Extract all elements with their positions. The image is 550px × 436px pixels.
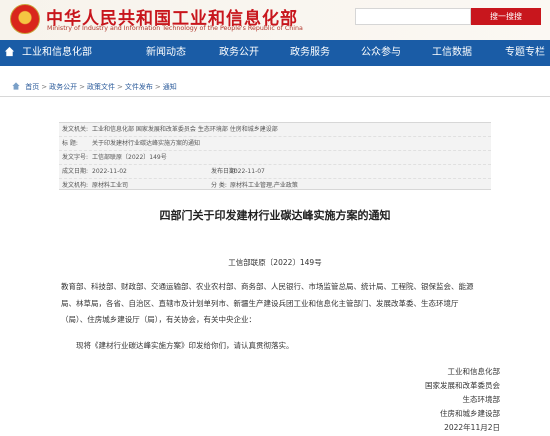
info-value: 关于印发建材行业碳达峰实施方案的通知 <box>92 140 201 147</box>
info-label: 发文字号: <box>62 154 89 161</box>
article-body-paragraph: 现将《建材行业碳达峰实施方案》印发给你们，请认真贯彻落实。 <box>76 341 294 350</box>
divider <box>0 96 550 97</box>
breadcrumb-separator: > <box>41 83 48 91</box>
info-row-dates: 成文日期: 2022-11-02 发布日期: 2022-11-07 <box>59 164 491 178</box>
article-doc-number: 工信部联原〔2022〕149号 <box>228 258 322 267</box>
signature-line: 生态环境部 <box>462 395 501 404</box>
site-subtitle: Ministry of Industry and Information Tec… <box>47 25 303 32</box>
breadcrumb: 首页 > 政务公开 > 政策文件 > 文件发布 > 通知 <box>12 82 177 92</box>
breadcrumb-separator: > <box>79 83 85 91</box>
info-row-issuer: 发文机关: 工业和信息化部 国家发展和改革委员会 生态环境部 住房和城乡建设部 <box>59 123 491 137</box>
info-value: 工信部联原〔2022〕149号 <box>92 154 167 161</box>
nav-item-data[interactable]: 工信数据 <box>432 40 472 66</box>
article-title: 四部门关于印发建材行业碳达峰实施方案的通知 <box>159 209 391 222</box>
breadcrumb-separator: > <box>116 83 123 91</box>
home-icon[interactable] <box>4 46 15 57</box>
info-label: 分 类: <box>211 182 227 189</box>
nav-item-topics[interactable]: 专题专栏 <box>505 40 545 66</box>
breadcrumb-separator: > <box>154 83 161 91</box>
breadcrumb-home[interactable]: 首页 <box>25 83 39 91</box>
info-value: 2022-11-02 <box>92 168 127 175</box>
national-emblem-logo[interactable] <box>10 4 40 34</box>
info-row-doc-number: 发文字号: 工信部联原〔2022〕149号 <box>59 150 491 164</box>
breadcrumb-policy-files[interactable]: 政策文件 <box>87 83 115 91</box>
signature-date: 2022年11月2日 <box>444 423 500 432</box>
breadcrumb-file-release[interactable]: 文件发布 <box>125 83 153 91</box>
nav-item-public-participation[interactable]: 公众参与 <box>361 40 401 66</box>
site-header: 中华人民共和国工业和信息化部 Ministry of Industry and … <box>0 0 550 40</box>
info-value: 2022-11-07 <box>230 168 265 175</box>
info-label: 发文机构: <box>62 182 89 189</box>
nav-item-news[interactable]: 新闻动态 <box>146 40 186 66</box>
info-row-title: 标 题: 关于印发建材行业碳达峰实施方案的通知 <box>59 136 491 150</box>
info-value: 原材料工业管理,产业政策 <box>230 182 298 189</box>
info-label: 标 题: <box>62 140 78 147</box>
signature-line: 工业和信息化部 <box>447 367 501 376</box>
home-icon <box>12 82 20 90</box>
article-recipients-line: 局、林草局，各省、自治区、直辖市及计划单列市、新疆生产建设兵团工业和信息化主管部… <box>61 299 459 308</box>
document-info-table: 发文机关: 工业和信息化部 国家发展和改革委员会 生态环境部 住房和城乡建设部 … <box>59 122 491 190</box>
breadcrumb-notice[interactable]: 通知 <box>163 83 177 91</box>
nav-item-gov-affairs[interactable]: 政务公开 <box>219 40 259 66</box>
article-recipients-line: （局）、住房城乡建设厅（局），有关协会，有关中央企业： <box>61 315 256 324</box>
breadcrumb-gov-affairs[interactable]: 政务公开 <box>49 83 77 91</box>
nav-item-home-ministry[interactable]: 工业和信息化部 <box>22 40 92 66</box>
main-nav: 工业和信息化部 新闻动态 政务公开 政务服务 公众参与 工信数据 专题专栏 <box>0 40 550 66</box>
search-button[interactable]: 搜一搜搜 <box>471 8 541 25</box>
info-label: 成文日期: <box>62 168 89 175</box>
info-label: 发文机关: <box>62 126 89 133</box>
signature-line: 住房和城乡建设部 <box>440 409 500 418</box>
article-recipients-line: 教育部、科技部、财政部、交通运输部、农业农村部、商务部、人民银行、市场监管总局、… <box>61 282 474 291</box>
info-row-org: 发文机构: 原材料工业司 分 类: 原材料工业管理,产业政策 <box>59 178 491 192</box>
signature-line: 国家发展和改革委员会 <box>425 381 500 390</box>
nav-item-gov-services[interactable]: 政务服务 <box>290 40 330 66</box>
info-value: 工业和信息化部 国家发展和改革委员会 生态环境部 住房和城乡建设部 <box>92 126 278 133</box>
info-value: 原材料工业司 <box>92 182 129 189</box>
search-input[interactable] <box>355 8 471 25</box>
